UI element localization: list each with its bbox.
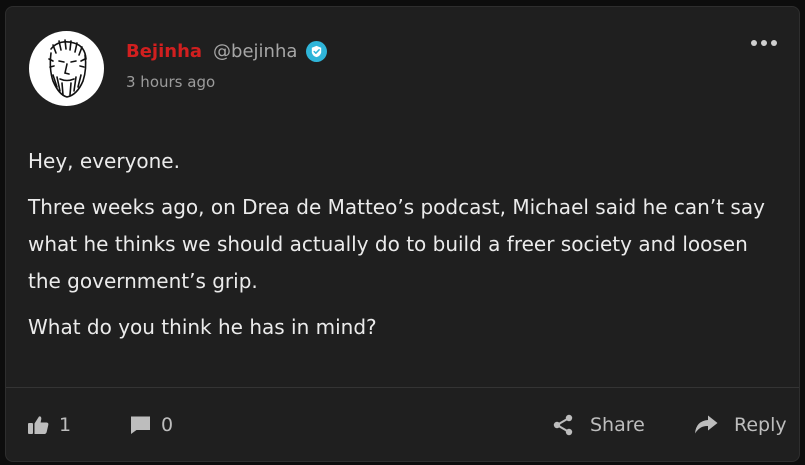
like-count: 1 (59, 414, 72, 436)
author-name[interactable]: Bejinha (126, 41, 202, 62)
reply-button[interactable]: Reply (694, 414, 787, 436)
verified-badge-icon (306, 41, 328, 62)
comment-bubble-icon (131, 416, 150, 434)
comment-count: 0 (161, 414, 174, 436)
post-paragraph: Three weeks ago, on Drea de Matteo’s pod… (28, 195, 765, 293)
post-actions: 1 0 Share Reply (6, 388, 799, 463)
post-paragraph: Hey, everyone. (28, 149, 180, 173)
comment-button[interactable]: 0 (130, 414, 173, 436)
author-handle[interactable]: @bejinha (213, 41, 297, 62)
post-paragraph: What do you think he has in mind? (28, 315, 377, 339)
post-timestamp: 3 hours ago (126, 73, 216, 91)
sketch-face-avatar-icon (48, 39, 87, 98)
reply-arrow-icon (695, 415, 718, 434)
like-button[interactable]: 1 (28, 414, 71, 436)
author-avatar[interactable] (29, 31, 104, 106)
share-button[interactable]: Share (552, 414, 645, 436)
post-body: Hey, everyone. Three weeks ago, on Drea … (28, 143, 778, 355)
reply-label: Reply (734, 414, 787, 436)
share-label: Share (590, 414, 645, 436)
thumbs-up-icon (28, 416, 49, 434)
author-line: Bejinha @bejinha (126, 41, 328, 62)
post-card: Bejinha @bejinha 3 hours ago Hey, everyo… (5, 6, 800, 462)
share-icon (553, 414, 573, 436)
more-options-icon[interactable] (751, 40, 777, 46)
